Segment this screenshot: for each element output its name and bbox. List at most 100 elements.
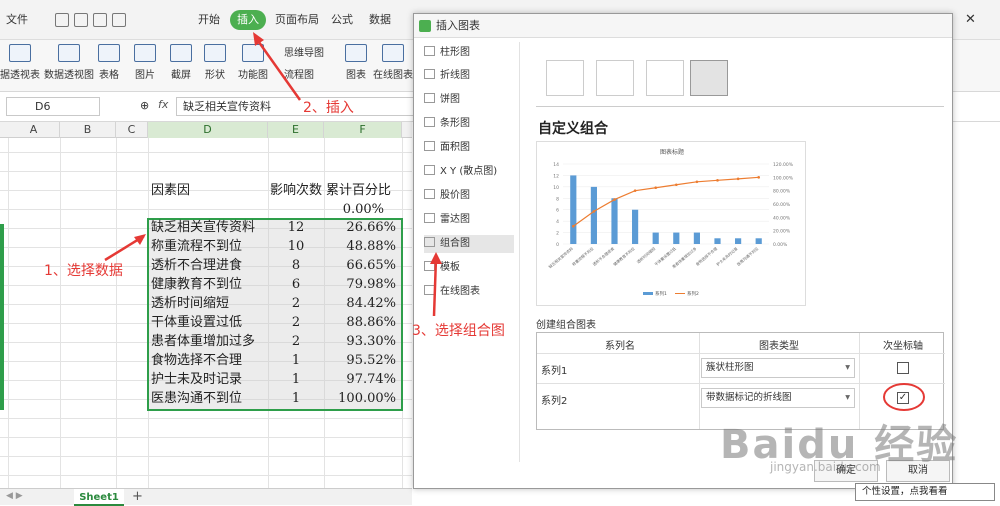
online-chart-button[interactable]: 在线图表 xyxy=(373,40,413,92)
cell-d-row-8[interactable]: 食物选择不合理 xyxy=(151,351,242,370)
series-row-2: 系列2 带数据标记的折线图 ▾ ✓ xyxy=(537,383,945,413)
col-series-name: 系列名 xyxy=(605,341,635,352)
col-header-f[interactable]: F xyxy=(324,122,402,138)
format-painter-icon[interactable] xyxy=(74,13,88,27)
cell-e-row-2[interactable]: 10 xyxy=(270,237,322,256)
combo-variant-custom[interactable] xyxy=(690,60,728,96)
series-row-1: 系列1 簇状柱形图 ▾ xyxy=(537,353,945,383)
table-button[interactable]: 表格 xyxy=(98,40,120,92)
zoom-icon[interactable]: ⊕ xyxy=(140,99,149,112)
cell-e-row-8[interactable]: 1 xyxy=(270,351,322,370)
x-tick-label: 透析时间缩短 xyxy=(636,246,657,265)
col-header-b[interactable]: B xyxy=(60,122,116,138)
chart-button[interactable]: 图表 xyxy=(344,40,368,92)
cell-f-row-3[interactable]: 66.65% xyxy=(326,256,396,275)
col-secondary-axis: 次坐标轴 xyxy=(883,341,923,352)
cell-d-row-4[interactable]: 健康教育不到位 xyxy=(151,275,242,294)
combo-variant-3[interactable] xyxy=(646,60,684,96)
cell-d-row-6[interactable]: 干体重设置过低 xyxy=(151,313,242,332)
close-icon[interactable]: ✕ xyxy=(965,10,976,30)
tab-data[interactable]: 数据 xyxy=(369,10,391,30)
cell-f-row-6[interactable]: 88.86% xyxy=(326,313,396,332)
cell-d-row-3[interactable]: 透析不合理进食 xyxy=(151,256,242,275)
add-sheet-icon[interactable]: + xyxy=(132,489,143,504)
cell-f-row-8[interactable]: 95.52% xyxy=(326,351,396,370)
bar-series1 xyxy=(714,238,721,244)
y-tick-label: 6 xyxy=(556,208,559,214)
cell-e-row-9[interactable]: 1 xyxy=(270,370,322,389)
cell-e-row-7[interactable]: 2 xyxy=(270,332,322,351)
combo-variant-1[interactable] xyxy=(546,60,584,96)
cell-e-row-6[interactable]: 2 xyxy=(270,313,322,332)
custom-combo-heading: 自定义组合 xyxy=(538,121,608,137)
sheet-grid[interactable]: 因素因 影响次数 累计百分比 0.00% 缺乏相关宣传资料 12 26.66% 称重流… xyxy=(0,138,412,488)
save-icon[interactable] xyxy=(55,13,69,27)
cell-f-row-2[interactable]: 48.88% xyxy=(326,237,396,256)
y-tick-label: 10 xyxy=(553,185,559,191)
category-line[interactable]: 折线图 xyxy=(424,67,470,85)
prev-sheet-icon[interactable]: ◀ ▶ xyxy=(6,491,23,501)
cell-e-row-4[interactable]: 6 xyxy=(270,275,322,294)
category-scatter[interactable]: X Y (散点图) xyxy=(424,163,497,181)
print-icon[interactable] xyxy=(93,13,107,27)
online-chart-icon xyxy=(382,44,404,62)
tab-formulas[interactable]: 公式 xyxy=(331,10,353,30)
pivot-chart-button[interactable]: 数据透视图 xyxy=(44,40,94,92)
cell-d-row-10[interactable]: 医患沟通不到位 xyxy=(151,389,242,408)
bar-series1 xyxy=(632,209,639,244)
cell-d-row-7[interactable]: 患者体重增加过多 xyxy=(151,332,255,351)
category-column[interactable]: 柱形图 xyxy=(424,44,470,62)
shapes-button[interactable]: 形状 xyxy=(200,40,230,92)
cell-e-row-5[interactable]: 2 xyxy=(270,294,322,313)
pivot-table-button[interactable]: 据透视表 xyxy=(0,40,40,92)
cell-d-row-9[interactable]: 护士未及时记录 xyxy=(151,370,242,389)
cell-d-row-5[interactable]: 透析时间缩短 xyxy=(151,294,229,313)
arrow-to-combo xyxy=(430,252,442,317)
col-header-e[interactable]: E xyxy=(268,122,324,138)
category-bar[interactable]: 条形图 xyxy=(424,115,470,133)
category-stock[interactable]: 股价图 xyxy=(424,187,470,205)
cell-f-row-10[interactable]: 100.00% xyxy=(326,389,396,408)
print-preview-icon[interactable] xyxy=(112,13,126,27)
y-tick-label: 12 xyxy=(553,173,559,179)
series-2-type-select[interactable]: 带数据标记的折线图 ▾ xyxy=(701,388,855,408)
cell-f-row-5[interactable]: 84.42% xyxy=(326,294,396,313)
header-cum-pct[interactable]: 累计百分比 xyxy=(326,181,391,200)
y-tick-label: 2 xyxy=(556,231,559,237)
picture-button[interactable]: 图片 xyxy=(130,40,160,92)
col-header-c[interactable]: C xyxy=(116,122,148,138)
combo-variant-2[interactable] xyxy=(596,60,634,96)
x-tick-label: 缺乏相关宣传资料 xyxy=(547,246,574,269)
name-box[interactable]: D6 xyxy=(6,97,100,116)
screenshot-button[interactable]: 截屏 xyxy=(166,40,196,92)
annotation-combo: 3、选择组合图 xyxy=(412,323,505,339)
cell-e-row-10[interactable]: 1 xyxy=(270,389,322,408)
arrow-to-insert xyxy=(253,32,302,101)
menu-file[interactable]: 文件 xyxy=(6,10,28,30)
cell-pct-zero[interactable]: 0.00% xyxy=(324,200,384,219)
cell-f-row-1[interactable]: 26.66% xyxy=(326,218,396,237)
red-circle-mark xyxy=(883,383,925,411)
series-1-type-select[interactable]: 簇状柱形图 ▾ xyxy=(701,358,855,378)
tab-home[interactable]: 开始 xyxy=(198,10,220,30)
category-pie[interactable]: 饼图 xyxy=(424,91,460,109)
col-header-d[interactable]: D xyxy=(148,122,268,138)
fx-label[interactable]: fx xyxy=(158,98,168,111)
series-1-secondary-checkbox[interactable] xyxy=(897,362,909,374)
sheet-tab-sheet1[interactable]: Sheet1 xyxy=(74,489,124,506)
cell-f-row-9[interactable]: 97.74% xyxy=(326,370,396,389)
y2-tick-label: 40.00% xyxy=(773,215,791,221)
header-factor[interactable]: 因素因 xyxy=(151,181,190,200)
category-area[interactable]: 面积图 xyxy=(424,139,470,157)
col-header-a[interactable]: A xyxy=(8,122,60,138)
bar-series1 xyxy=(652,232,659,244)
cell-d-row-2[interactable]: 称重流程不到位 xyxy=(151,237,242,256)
cell-e-row-1[interactable]: 12 xyxy=(270,218,322,237)
cell-e-row-3[interactable]: 8 xyxy=(270,256,322,275)
cell-d-row-1[interactable]: 缺乏相关宣传资料 xyxy=(151,218,255,237)
table-icon xyxy=(98,44,120,62)
header-count[interactable]: 影响次数 xyxy=(270,181,324,200)
category-radar[interactable]: 雷达图 xyxy=(424,211,470,229)
cell-f-row-7[interactable]: 93.30% xyxy=(326,332,396,351)
cell-f-row-4[interactable]: 79.98% xyxy=(326,275,396,294)
